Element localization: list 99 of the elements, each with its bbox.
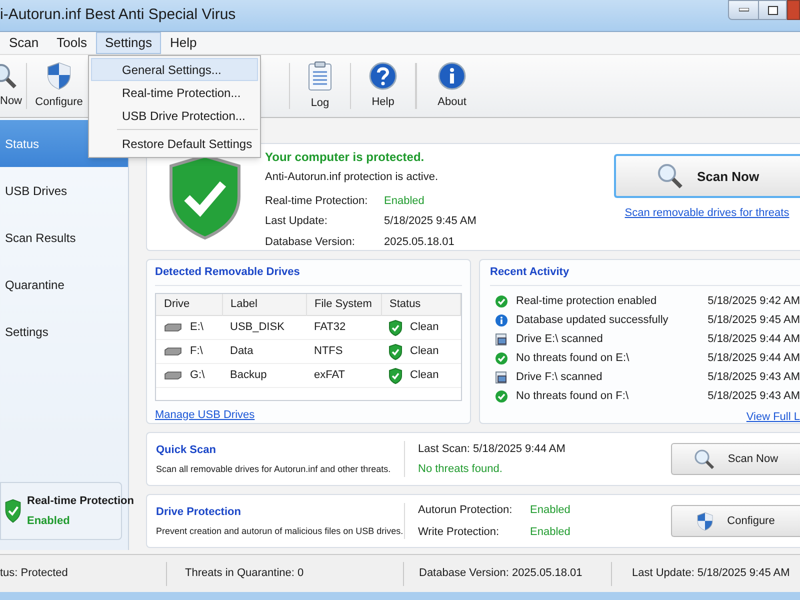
field-value: Enabled [384,194,426,208]
activity-time: 5/18/2025 9:45 AM [708,313,800,328]
menu-item[interactable]: Tools [48,32,96,54]
last-scan: Last Scan: 5/18/2025 9:44 AM [418,442,566,456]
table-cell-text: G:\ [190,368,205,384]
shield-icon [47,62,71,90]
table-cell-text: Clean [410,344,439,360]
table-cell-text: E:\ [190,320,204,336]
toolbar-button[interactable]: Help [351,55,415,117]
status-text: Database Version: 2025.05.18.01 [419,566,582,582]
card-description: Scan all removable drives for Autorun.inf and other threats. [156,462,392,476]
field-label: Real-time Protection: [265,194,369,208]
field-value: Enabled [530,503,570,518]
card-button[interactable]: Configure [671,505,800,537]
card-button[interactable]: Scan Now [671,443,800,475]
field-value: Enabled [530,524,570,540]
menu-item[interactable]: Help [160,32,206,54]
scan-drives-link[interactable]: Scan removable drives for threats [624,205,790,222]
column-header: File System [306,294,381,316]
minimize-button[interactable] [728,0,759,20]
table-cell-text: Clean [410,320,439,336]
manage-drives-link[interactable]: Manage USB Drives [155,406,255,423]
table-cell-text: F:\ [190,344,203,360]
field-label: Last Update: [265,214,328,229]
maximize-icon [768,6,778,14]
toolbar-button[interactable]: Log [290,55,350,117]
menu-item[interactable]: Real-time Protection... [91,81,258,104]
table-cell-text: Data [230,344,254,360]
activity-text: No threats found on F:\ [516,389,629,404]
protection-message: Anti-Autorun.inf protection is active. [265,170,440,185]
column-header: Drive [156,294,222,316]
table-cell-text: USB_DISK [230,320,284,336]
table-cell-text: Clean [410,368,439,384]
search-icon [694,449,714,469]
menu-item[interactable]: Scan [0,32,48,54]
menu-item[interactable]: General Settings... [91,58,258,81]
clipboard-icon [308,60,332,91]
help-icon [369,62,397,90]
table-cell-text: Backup [230,368,267,384]
activity-time: 5/18/2025 9:42 AM [708,294,800,310]
column-header: Status [381,294,460,316]
status-text: Threats in Quarantine: 0 [185,566,304,582]
activity-text: Database updated successfully [516,313,668,328]
window-title: i-Autorun.inf Best Anti Special Virus [0,5,236,26]
sidebar-item[interactable]: USB Drives [0,167,128,214]
activity-time: 5/18/2025 9:44 AM [708,332,800,348]
shield-check-icon [389,344,402,360]
sidebar-item[interactable]: Quarantine [0,261,128,308]
status-text: Last Update: 5/18/2025 9:45 AM [632,566,790,582]
field-label: Database Version: [265,234,356,250]
table-cell-text: exFAT [314,368,345,384]
card-description: Prevent creation and autorun of malicious files on USB drives. [156,524,404,538]
activity-time: 5/18/2025 9:43 AM [708,389,800,404]
activity-text: Drive E:\ scanned [516,332,603,348]
shield-icon [697,512,714,530]
column-header: Label [222,294,306,316]
search-icon [656,163,683,190]
protection-status: Enabled [27,514,71,528]
sidebar-item[interactable]: Scan Results [0,214,128,261]
field-value: 5/18/2025 9:45 AM [384,214,476,229]
drive-icon [495,333,508,346]
card-title: Drive Protection [156,505,242,520]
panel-title: Detected Removable Drives [155,260,462,286]
minimize-icon [738,8,748,12]
view-log-link[interactable]: View Full L [746,408,800,425]
scan-now-button[interactable]: Scan Now [614,154,800,198]
shield-check-icon [389,368,402,384]
card-title: Quick Scan [156,443,217,458]
field-label: Autorun Protection: [418,503,514,518]
field-value: 2025.05.18.01 [384,234,456,250]
sidebar-item[interactable]: Settings [0,308,128,355]
shield-check-icon [5,498,21,524]
shield-check-icon [389,320,402,336]
protection-title: Real-time Protection [27,494,134,509]
toolbar-button[interactable]: About [417,55,487,117]
info-icon [438,62,466,90]
status-text: tus: Protected [0,566,68,582]
table-cell-text: NTFS [314,344,343,360]
menu-item[interactable]: Settings [96,32,161,54]
info-icon [495,314,508,327]
field-label: Write Protection: [418,524,500,540]
activity-text: Drive F:\ scanned [516,370,602,386]
activity-text: No threats found on E:\ [516,351,630,366]
table-cell-text: FAT32 [314,320,346,336]
activity-time: 5/18/2025 9:44 AM [708,351,800,366]
activity-text: Real-time protection enabled [516,294,657,310]
drive-icon [164,323,182,332]
drive-icon [495,371,508,384]
toolbar-button[interactable]: Now [0,55,26,117]
panel-title: Recent Activity [490,260,800,286]
check-circle-icon [495,390,508,403]
scan-result: No threats found. [418,462,504,477]
activity-time: 5/18/2025 9:43 AM [708,370,800,386]
protected-headline: Your computer is protected. [265,149,426,166]
maximize-button[interactable] [759,0,787,20]
drive-icon [164,371,182,380]
drive-icon [164,347,182,356]
check-circle-icon [495,295,508,308]
check-circle-icon [495,352,508,365]
